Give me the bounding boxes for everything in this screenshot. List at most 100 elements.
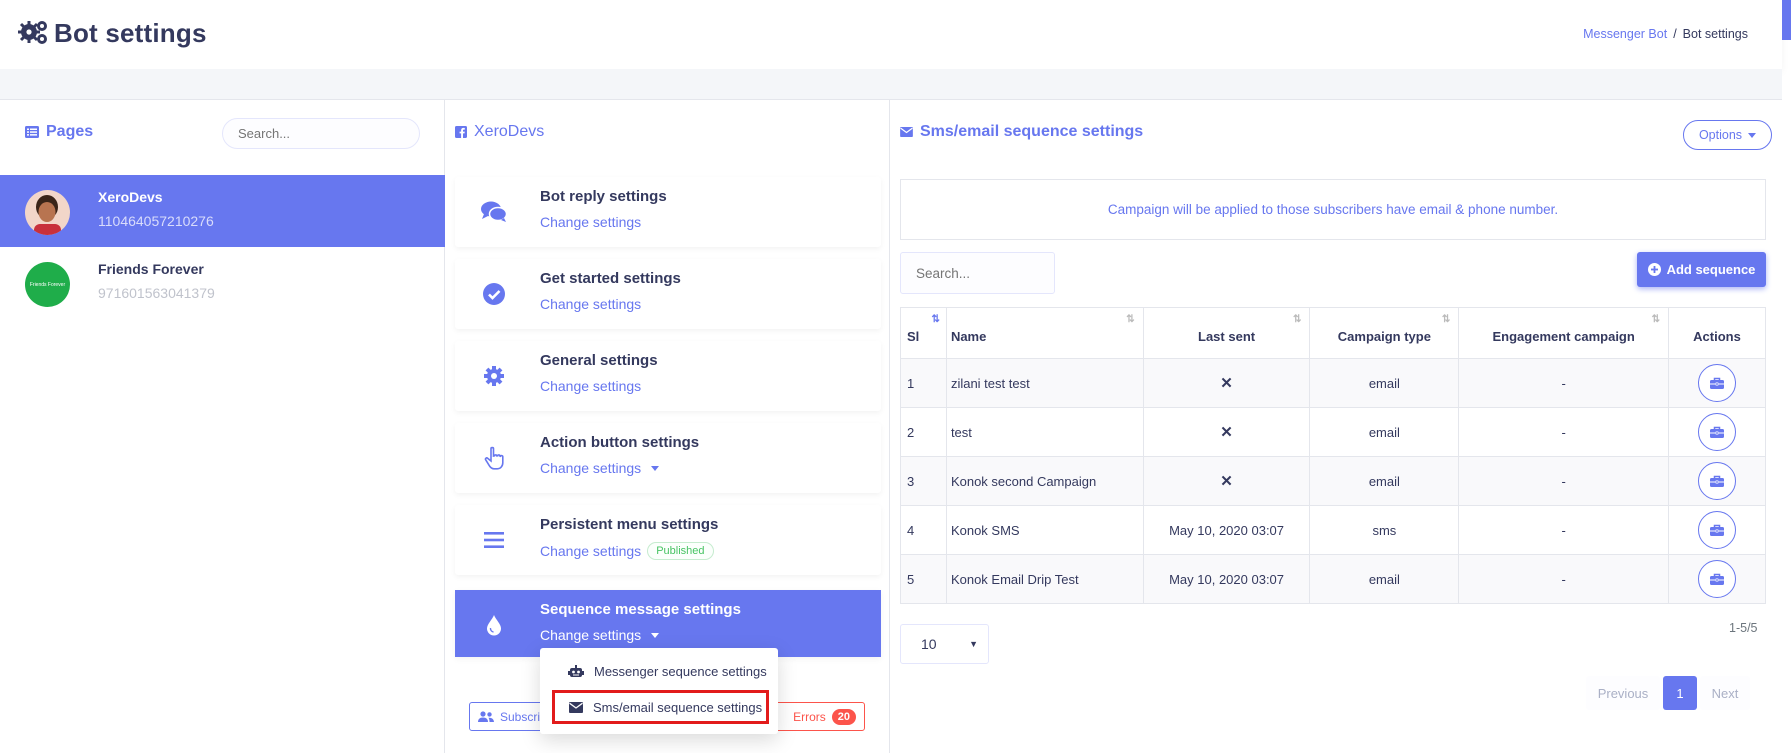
cell-campaign-type: email [1309, 554, 1460, 604]
change-settings-link[interactable]: Change settings [540, 296, 641, 312]
cogs-icon [18, 19, 50, 45]
table-row: 1 zilani test test ✕ email - [900, 358, 1766, 408]
sequence-settings-dropdown-menu: Messenger sequence settings Sms/email se… [540, 648, 778, 734]
pages-panel: Pages XeroDevs 110464057210276 Friends F… [0, 100, 445, 753]
card-title: Action button settings [540, 434, 700, 451]
column-header-engagement-campaign[interactable]: Engagement campaign ⇅ [1458, 307, 1670, 359]
check-circle-icon [481, 281, 507, 307]
sequence-table: Sl ⇅ Name ⇅ Last sent ⇅ Campaign type ⇅ Enga… [900, 307, 1766, 604]
row-actions-button[interactable] [1698, 413, 1737, 451]
cell-sl: 1 [900, 358, 947, 408]
row-actions-button[interactable] [1698, 462, 1737, 500]
cell-name: Konok Email Drip Test [945, 554, 1144, 604]
caret-down-icon [1748, 132, 1757, 138]
sort-icon: ⇅ [1651, 314, 1661, 325]
row-actions-button[interactable] [1698, 364, 1737, 402]
cell-name: Konok second Campaign [945, 456, 1144, 506]
cell-campaign-type: email [1309, 407, 1460, 457]
caret-down-icon [651, 632, 660, 638]
sort-icon: ⇅ [1126, 314, 1135, 325]
change-settings-link[interactable]: Change settings [540, 214, 641, 230]
page-length-select[interactable]: 10 ▼ [900, 624, 989, 664]
avatar [25, 190, 70, 235]
change-settings-link[interactable]: Change settings [540, 378, 641, 394]
card-title: Bot reply settings [540, 188, 667, 205]
add-sequence-button[interactable]: Add sequence [1637, 252, 1766, 287]
cell-last-sent: ✕ [1142, 407, 1311, 457]
page-id: 971601563041379 [98, 285, 215, 301]
campaign-notice: Campaign will be applied to those subscr… [900, 179, 1766, 240]
column-header-name[interactable]: Name ⇅ [945, 307, 1144, 359]
card-title: General settings [540, 352, 658, 369]
persistent-menu-settings-card: Persistent menu settings Change settings… [455, 505, 881, 575]
scroll-accent [1782, 0, 1791, 40]
card-title: Sequence message settings [540, 601, 741, 618]
cell-sl: 3 [900, 456, 947, 506]
comments-icon [481, 199, 507, 225]
bot-reply-settings-card: Bot reply settings Change settings [455, 177, 881, 247]
next-page-button[interactable]: Next [1700, 676, 1750, 710]
errors-button[interactable]: Errors 20 [773, 702, 865, 731]
avatar: Friends Forever [25, 262, 70, 307]
errors-count-badge: 20 [831, 708, 856, 725]
cell-last-sent: ✕ [1142, 456, 1311, 506]
cell-name: Konok SMS [945, 505, 1144, 555]
briefcase-icon [1710, 475, 1725, 487]
sort-icon: ⇅ [931, 314, 940, 325]
briefcase-icon [1710, 377, 1725, 389]
envelope-icon [569, 701, 583, 713]
cell-name: test [945, 407, 1144, 457]
cell-last-sent: May 10, 2020 03:07 [1142, 505, 1311, 555]
get-started-settings-card: Get started settings Change settings [455, 259, 881, 329]
settings-panel-title: XeroDevs [455, 123, 544, 141]
cell-sl: 2 [900, 407, 947, 457]
column-header-last-sent[interactable]: Last sent ⇅ [1142, 307, 1311, 359]
change-settings-dropdown[interactable]: Change settings [540, 460, 660, 476]
pages-search-input[interactable] [222, 118, 420, 149]
briefcase-icon [1710, 426, 1725, 438]
cell-engagement-campaign: - [1458, 407, 1670, 457]
page-title: Bot settings [54, 18, 207, 48]
briefcase-icon [1710, 524, 1725, 536]
pagination: Previous 1 Next [1586, 676, 1750, 710]
table-row: 2 test ✕ email - [900, 407, 1766, 457]
facebook-icon [455, 126, 467, 138]
cell-actions [1668, 554, 1766, 604]
column-header-actions: Actions [1668, 307, 1766, 359]
card-title: Get started settings [540, 270, 681, 287]
sort-icon: ⇅ [1293, 314, 1302, 325]
change-settings-dropdown[interactable]: Change settings [540, 627, 660, 643]
cell-sl: 5 [900, 554, 947, 604]
caret-down-icon: ▼ [969, 639, 978, 649]
card-title: Persistent menu settings [540, 516, 719, 533]
cell-campaign-type: email [1309, 456, 1460, 506]
cell-actions [1668, 505, 1766, 555]
briefcase-icon [1710, 573, 1725, 585]
cell-engagement-campaign: - [1458, 505, 1670, 555]
page-item-xerodevs[interactable]: XeroDevs 110464057210276 [0, 175, 445, 247]
row-actions-button[interactable] [1698, 560, 1737, 598]
sms-email-sequence-settings-item[interactable]: Sms/email sequence settings [552, 690, 769, 724]
row-actions-button[interactable] [1698, 511, 1737, 549]
cell-engagement-campaign: - [1458, 456, 1670, 506]
messenger-sequence-settings-item[interactable]: Messenger sequence settings [540, 654, 778, 688]
column-header-sl[interactable]: Sl ⇅ [900, 307, 947, 359]
gear-icon [481, 363, 507, 389]
change-settings-link[interactable]: Change settings Published [540, 542, 714, 560]
published-badge: Published [647, 542, 714, 560]
options-dropdown-button[interactable]: Options [1683, 120, 1772, 150]
cell-engagement-campaign: - [1458, 554, 1670, 604]
column-header-campaign-type[interactable]: Campaign type ⇅ [1309, 307, 1460, 359]
list-icon [25, 126, 39, 138]
sort-icon: ⇅ [1441, 314, 1451, 325]
page-1-button[interactable]: 1 [1663, 676, 1697, 710]
breadcrumb: Messenger Bot / Bot settings [1583, 27, 1748, 41]
table-search-input[interactable] [900, 252, 1055, 294]
previous-page-button[interactable]: Previous [1586, 676, 1660, 710]
sequence-panel-title: Sms/email sequence settings [900, 123, 1143, 141]
page-item-friends-forever[interactable]: Friends Forever Friends Forever 97160156… [0, 247, 445, 319]
action-button-settings-card: Action button settings Change settings [455, 423, 881, 493]
breadcrumb-messenger-bot[interactable]: Messenger Bot [1583, 27, 1667, 41]
table-row: 5 Konok Email Drip Test May 10, 2020 03:07… [900, 554, 1766, 604]
table-row: 4 Konok SMS May 10, 2020 03:07 sms - [900, 505, 1766, 555]
